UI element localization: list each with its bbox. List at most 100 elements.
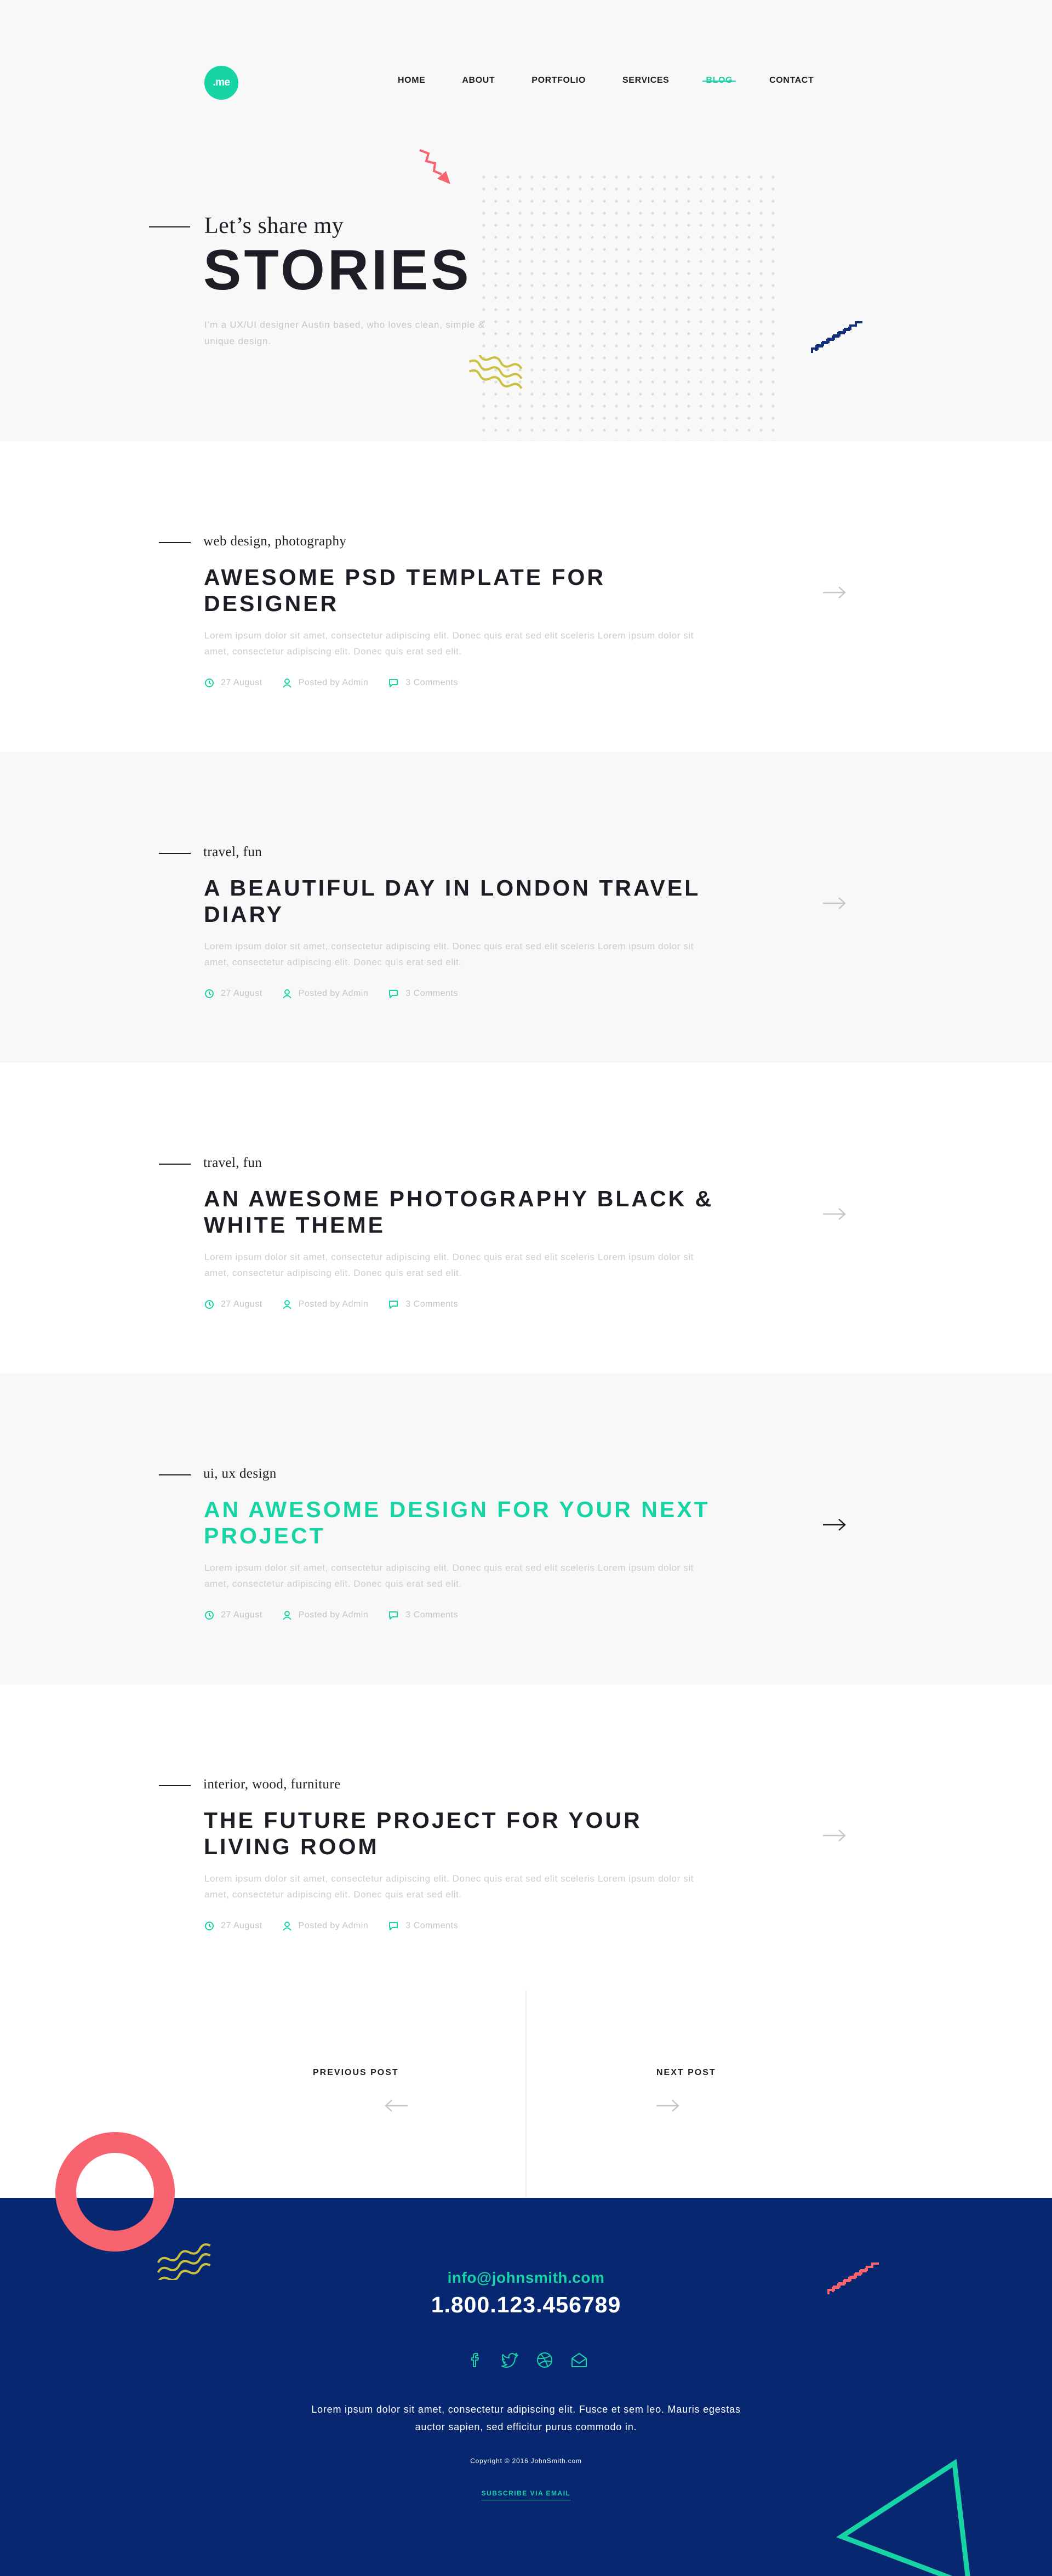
subscribe-link[interactable]: SUBSCRIBE VIA EMAIL: [481, 2489, 571, 2500]
post-title[interactable]: AWESOME PSD TEMPLATE FOR DESIGNER: [204, 564, 730, 617]
previous-post-link[interactable]: PREVIOUS POST: [313, 2068, 399, 2078]
arrow-right-icon[interactable]: [822, 1207, 847, 1221]
hero-accent-line: [149, 226, 190, 227]
blog-post-card[interactable]: interior, wood, furniture THE FUTURE PRO…: [0, 1684, 1052, 1995]
footer-copyright: Copyright © 2016 JohnSmith.com: [470, 2457, 582, 2465]
arrow-left-icon[interactable]: [384, 2099, 409, 2112]
post-meta: 27 August Posted by Admin 3 Comments: [204, 1921, 478, 1931]
email-link[interactable]: [568, 2349, 590, 2371]
post-category[interactable]: interior, wood, furniture: [203, 1777, 341, 1792]
arrow-right-icon[interactable]: [655, 2099, 681, 2112]
hero-title: STORIES: [203, 238, 472, 302]
user-icon: [282, 1300, 291, 1309]
post-category[interactable]: web design, photography: [203, 534, 346, 549]
nav-item-about[interactable]: ABOUT: [462, 76, 495, 86]
triangle-decoration: [836, 2459, 970, 2576]
arrow-right-icon[interactable]: [822, 897, 847, 910]
post-meta: 27 August Posted by Admin 3 Comments: [204, 678, 478, 688]
post-date: 27 August: [221, 1921, 262, 1930]
post-title[interactable]: AN AWESOME DESIGN FOR YOUR NEXT PROJECT: [204, 1496, 730, 1549]
arrow-right-icon[interactable]: [822, 586, 847, 599]
post-excerpt: Lorem ipsum dolor sit amet, consectetur …: [204, 941, 694, 967]
user-icon: [282, 989, 291, 999]
facebook-icon: [471, 2353, 479, 2367]
post-category[interactable]: travel, fun: [203, 1155, 262, 1171]
comment-icon: [389, 1611, 398, 1620]
clock-icon: [205, 679, 214, 687]
post-meta: 27 August Posted by Admin 3 Comments: [204, 989, 478, 999]
arrow-right-icon[interactable]: [822, 1518, 847, 1531]
post-author[interactable]: Posted by Admin: [299, 989, 369, 999]
post-author[interactable]: Posted by Admin: [299, 1610, 369, 1620]
facebook-link[interactable]: [465, 2349, 487, 2371]
blog-post-card[interactable]: web design, photography AWESOME PSD TEMP…: [0, 441, 1052, 752]
clock-icon: [205, 989, 214, 998]
main-nav: HOME ABOUT PORTFOLIO SERVICES BLOG CONTA…: [398, 76, 814, 86]
social-links: [465, 2349, 603, 2371]
category-line: [159, 1474, 191, 1475]
post-meta: 27 August Posted by Admin 3 Comments: [204, 1300, 478, 1309]
clock-icon: [205, 1300, 214, 1309]
dribbble-icon: [537, 2352, 552, 2368]
blog-post-card[interactable]: ui, ux design AN AWESOME DESIGN FOR YOUR…: [0, 1374, 1052, 1684]
category-line: [159, 542, 191, 543]
nav-item-home[interactable]: HOME: [398, 76, 425, 86]
nav-item-contact[interactable]: CONTACT: [769, 76, 814, 86]
hero-subtitle: Let’s share my: [204, 213, 344, 238]
post-category[interactable]: travel, fun: [203, 845, 262, 860]
user-icon: [282, 1922, 291, 1931]
zigzag-arrow-decoration: [419, 149, 450, 184]
post-author[interactable]: Posted by Admin: [299, 1300, 369, 1309]
nav-item-portfolio[interactable]: PORTFOLIO: [531, 76, 586, 86]
post-meta: 27 August Posted by Admin 3 Comments: [204, 1610, 478, 1620]
post-date: 27 August: [221, 1300, 262, 1309]
post-comments[interactable]: 3 Comments: [405, 1610, 458, 1620]
clock-icon: [205, 1611, 214, 1620]
subscribe-link-wrap: SUBSCRIBE VIA EMAIL: [0, 2488, 1052, 2500]
post-comments[interactable]: 3 Comments: [405, 989, 458, 999]
post-author[interactable]: Posted by Admin: [299, 678, 369, 688]
post-comments[interactable]: 3 Comments: [405, 678, 458, 688]
twitter-link[interactable]: [499, 2349, 521, 2371]
post-date: 27 August: [221, 989, 262, 998]
post-comments[interactable]: 3 Comments: [405, 1300, 458, 1309]
footer-phone[interactable]: 1.800.123.456789: [0, 2292, 1052, 2318]
hero-description: I’m a UX/UI designer Austin based, who l…: [204, 320, 485, 346]
stairs-decoration: [811, 321, 862, 353]
post-excerpt: Lorem ipsum dolor sit amet, consectetur …: [204, 1252, 694, 1278]
nav-item-blog[interactable]: BLOG: [702, 76, 736, 86]
post-category[interactable]: ui, ux design: [203, 1466, 277, 1481]
category-line: [159, 1164, 191, 1165]
post-excerpt: Lorem ipsum dolor sit amet, consectetur …: [204, 1873, 694, 1900]
blog-post-card[interactable]: travel, fun AN AWESOME PHOTOGRAPHY BLACK…: [0, 1063, 1052, 1374]
twitter-icon: [501, 2353, 518, 2368]
post-date: 27 August: [221, 1610, 262, 1620]
user-icon: [282, 679, 291, 688]
category-line: [159, 853, 191, 854]
mail-icon: [571, 2353, 587, 2367]
next-post-link[interactable]: NEXT POST: [656, 2068, 716, 2078]
dot-grid-decoration: [478, 171, 782, 441]
post-title[interactable]: A BEAUTIFUL DAY IN LONDON TRAVEL DIARY: [204, 875, 730, 927]
site-logo[interactable]: .me: [204, 66, 238, 100]
comment-icon: [389, 1301, 398, 1309]
clock-icon: [205, 1922, 214, 1930]
post-comments[interactable]: 3 Comments: [405, 1921, 458, 1931]
blog-post-card[interactable]: travel, fun A BEAUTIFUL DAY IN LONDON TR…: [0, 752, 1052, 1063]
comment-icon: [389, 679, 398, 687]
post-author[interactable]: Posted by Admin: [299, 1921, 369, 1931]
nav-item-services[interactable]: SERVICES: [622, 76, 669, 86]
ring-decoration: [55, 2132, 175, 2252]
comment-icon: [389, 1922, 398, 1930]
dribbble-link[interactable]: [534, 2349, 556, 2371]
post-excerpt: Lorem ipsum dolor sit amet, consectetur …: [204, 1563, 694, 1589]
user-icon: [282, 1611, 291, 1620]
pagination-divider: [525, 1990, 527, 2198]
hero-section: .me HOME ABOUT PORTFOLIO SERVICES BLOG C…: [0, 0, 1052, 441]
post-title[interactable]: AN AWESOME PHOTOGRAPHY BLACK & WHITE THE…: [204, 1186, 730, 1238]
footer-email-link[interactable]: info@johnsmith.com: [0, 2269, 1052, 2287]
wave-decoration: [468, 355, 523, 389]
post-title[interactable]: THE FUTURE PROJECT FOR YOUR LIVING ROOM: [204, 1807, 730, 1860]
comment-icon: [389, 990, 398, 998]
arrow-right-icon[interactable]: [822, 1829, 847, 1842]
